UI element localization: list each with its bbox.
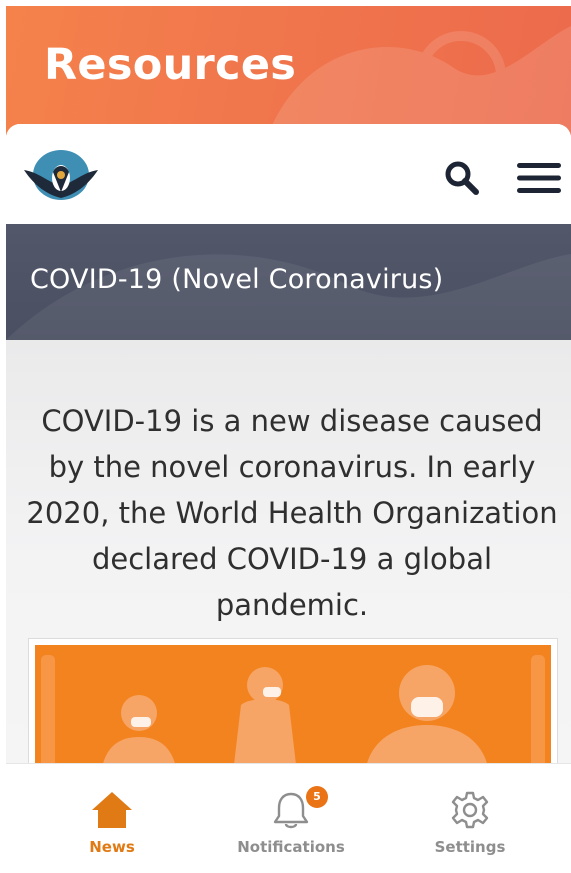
covid-banner-image [28, 638, 558, 778]
nav-bar [6, 124, 571, 224]
masked-people-illustration [41, 655, 545, 771]
tab-news-label: News [89, 838, 135, 856]
tab-notifications-label: Notifications [237, 838, 345, 856]
gear-icon [451, 791, 489, 829]
intro-paragraph: COVID-19 is a new disease caused by the … [26, 404, 558, 622]
app-frame: Resources COVID-19 (Novel Coronavirus) C… [0, 0, 571, 873]
tab-settings-label: Settings [434, 838, 506, 856]
banner-illustration [35, 645, 551, 771]
eagle-emblem-icon[interactable] [20, 148, 102, 208]
notifications-badge: 5 [306, 786, 328, 808]
hamburger-menu-icon[interactable] [515, 160, 563, 196]
home-icon [92, 792, 132, 828]
content-card: COVID-19 (Novel Coronavirus) COVID-19 is… [6, 124, 571, 873]
page-title: COVID-19 (Novel Coronavirus) [30, 264, 444, 295]
search-icon[interactable] [442, 158, 482, 198]
tab-notifications[interactable]: 5 Notifications [216, 764, 366, 873]
tab-settings[interactable]: Settings [395, 764, 545, 873]
tab-news[interactable]: News [37, 764, 187, 873]
bottom-tab-bar: News 5 Notifications Settings [6, 763, 571, 873]
title-band: COVID-19 (Novel Coronavirus) [6, 224, 571, 340]
page-header-title: Resources [44, 40, 297, 90]
